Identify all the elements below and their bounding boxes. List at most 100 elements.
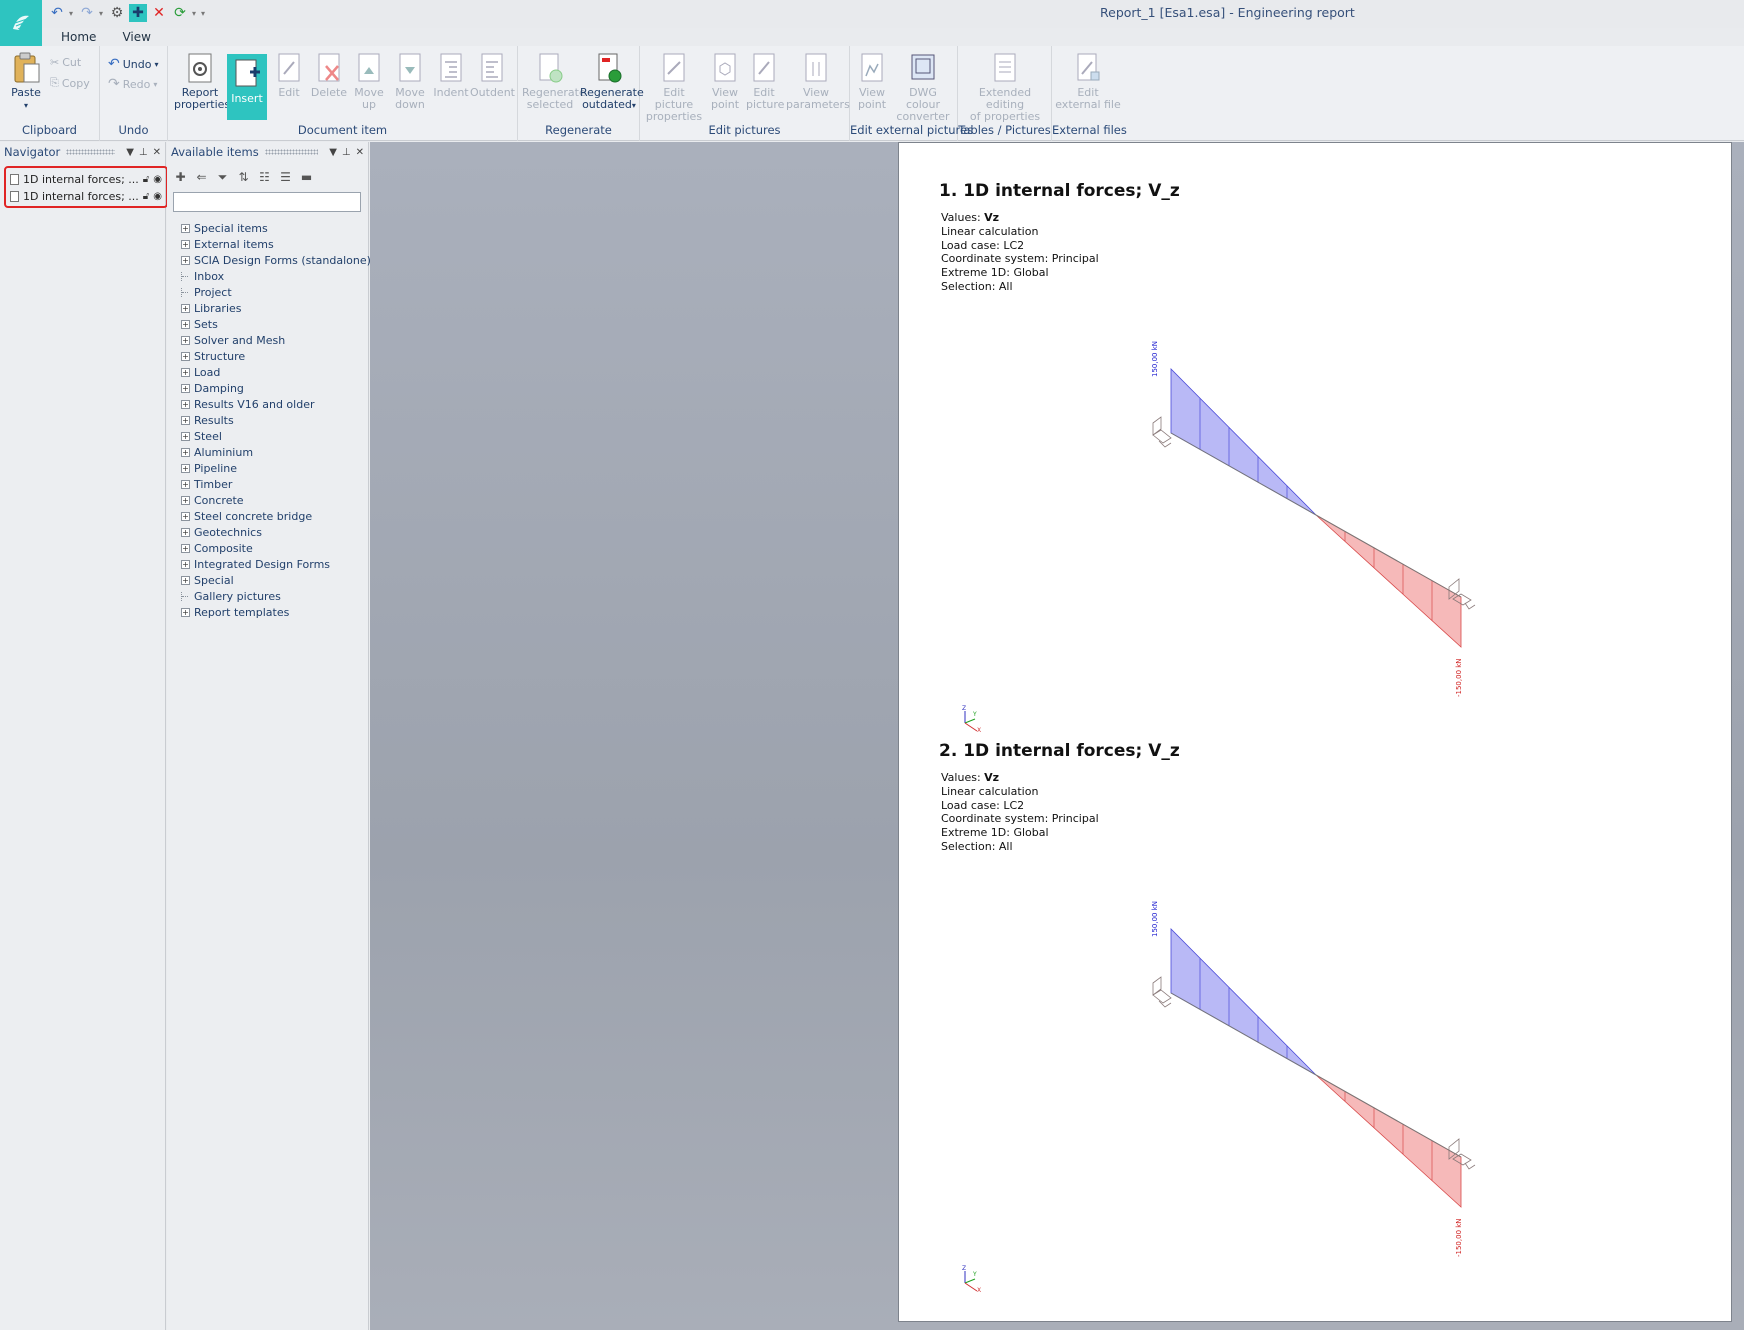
expand-icon[interactable]: + [181,543,190,553]
dwg-colour-converter-button[interactable]: DWG colour converter [892,52,954,123]
tree-item[interactable]: + Structure [181,348,371,364]
tree-item[interactable]: + Steel concrete bridge [181,508,371,524]
regenerate-outdated-button[interactable]: Regenerate outdated▾ [580,52,644,112]
tree-item[interactable]: Inbox [181,268,371,284]
expand-icon[interactable]: + [181,415,190,425]
tree-item[interactable]: Gallery pictures [181,588,371,604]
view-parameters-button[interactable]: View parameters [786,52,850,111]
expand-icon[interactable]: + [181,383,190,393]
panel-grip[interactable] [66,149,116,155]
expand-icon[interactable]: + [181,367,190,377]
tree-item[interactable]: + Results V16 and older [181,396,371,412]
expand-icon[interactable]: + [181,335,190,345]
expand-icon[interactable]: + [181,319,190,329]
tree-item[interactable]: + Load [181,364,371,380]
chevron-down-icon[interactable]: ▼ [329,147,337,158]
tree-item[interactable]: + Geotechnics [181,524,371,540]
view-point-button[interactable]: View point [708,52,742,111]
delete-icon[interactable]: ▬ [299,170,314,185]
tab-home[interactable]: Home [48,28,109,46]
tree-item[interactable]: + Special items [181,220,371,236]
section-title[interactable]: 2. 1D internal forces; V_z [939,741,1180,761]
regenerate-icon[interactable]: ⟳ [171,4,189,22]
chevron-down-icon[interactable]: ▾ [69,9,75,18]
expand-icon[interactable]: + [181,527,190,537]
insert-button[interactable]: Insert [227,54,267,120]
delete-icon[interactable]: ✕ [150,4,168,22]
extended-editing-button[interactable]: Extended editing of properties [960,52,1050,123]
close-icon[interactable]: ✕ [356,147,364,158]
expand-icon[interactable]: + [181,511,190,521]
navigator-item[interactable]: 1D internal forces; ... 🔓︎ ◉ [10,188,162,205]
chevron-down-icon[interactable]: ▼ [126,147,134,158]
tree-item[interactable]: + Integrated Design Forms [181,556,371,572]
redo-icon[interactable]: ↷ [78,4,96,22]
unlock-icon[interactable]: 🔓︎ [143,174,149,185]
expand-icon[interactable]: + [181,303,190,313]
eye-icon[interactable]: ◉ [153,191,162,202]
tab-view[interactable]: View [109,28,163,46]
external-view-point-button[interactable]: View point [854,52,890,111]
undo-button[interactable]: ↶ Undo ▾ [108,56,159,72]
eye-icon[interactable]: ◉ [153,174,162,185]
regenerate-selected-button[interactable]: Regenerate selected [522,52,586,111]
tree-item[interactable]: + Libraries [181,300,371,316]
tree-item[interactable]: + Concrete [181,492,371,508]
cut-button[interactable]: ✂ Cut [50,56,81,69]
search-input[interactable] [173,192,361,212]
move-up-button[interactable]: Move up [350,52,388,111]
expand-icon[interactable]: + [181,255,190,265]
app-logo[interactable] [0,0,42,46]
tree-item[interactable]: + SCIA Design Forms (standalone) [181,252,371,268]
redo-button[interactable]: ↷ Redo ▾ [108,76,157,92]
sort-icon[interactable]: ⇅ [236,170,251,185]
outdent-button[interactable]: Outdent [470,52,515,99]
paste-button[interactable]: Paste ▾ [6,52,46,112]
tree-item[interactable]: + Composite [181,540,371,556]
tree-item[interactable]: + Timber [181,476,371,492]
report-page[interactable]: 1. 1D internal forces; V_z Values: Vz Line… [898,142,1732,1322]
panel-grip[interactable] [264,149,319,155]
tree-item[interactable]: + Special [181,572,371,588]
expand-icon[interactable]: + [181,495,190,505]
tree-item[interactable]: + Report templates [181,604,371,620]
pin-icon[interactable]: ⊥ [342,147,351,158]
tree-item[interactable]: + Results [181,412,371,428]
expand-icon[interactable]: + [181,239,190,249]
list-icon[interactable]: ☰ [278,170,293,185]
unlock-icon[interactable]: 🔓︎ [143,191,149,202]
expand-icon[interactable]: + [181,351,190,361]
tree-item[interactable]: + Pipeline [181,460,371,476]
tree-item[interactable]: + External items [181,236,371,252]
document-area[interactable]: 1. 1D internal forces; V_z Values: Vz Line… [370,142,1744,1330]
edit-button[interactable]: Edit [272,52,306,99]
undo-icon[interactable]: ↶ [48,4,66,22]
expand-icon[interactable]: + [181,463,190,473]
edit-picture-properties-button[interactable]: Edit picture properties [644,52,704,123]
move-down-button[interactable]: Move down [390,52,430,111]
expand-icon[interactable]: + [181,607,190,617]
section-title[interactable]: 1. 1D internal forces; V_z [939,181,1180,201]
expand-tree-icon[interactable]: ☷ [257,170,272,185]
tree-item[interactable]: Project [181,284,371,300]
filter-icon[interactable]: ⏷ [215,170,230,185]
back-icon[interactable]: ⇐ [194,170,209,185]
tree-item[interactable]: + Steel [181,428,371,444]
copy-button[interactable]: ⎘ Copy [50,76,90,90]
edit-picture-button[interactable]: Edit picture [746,52,784,111]
delete-button[interactable]: Delete [310,52,348,99]
chevron-down-icon[interactable]: ▾ [99,9,105,18]
customize-icon[interactable]: ▾ [201,9,207,18]
close-icon[interactable]: ✕ [153,147,161,158]
expand-icon[interactable]: + [181,447,190,457]
expand-icon[interactable]: + [181,399,190,409]
expand-icon[interactable]: + [181,479,190,489]
indent-button[interactable]: Indent [432,52,470,99]
gear-icon[interactable]: ⚙ [108,4,126,22]
shear-force-diagram[interactable] [1149,341,1489,661]
chevron-down-icon[interactable]: ▾ [192,9,198,18]
expand-icon[interactable]: + [181,559,190,569]
expand-icon[interactable]: + [181,575,190,585]
navigator-item[interactable]: 1D internal forces; ... 🔓︎ ◉ [10,171,162,188]
tree-item[interactable]: + Damping [181,380,371,396]
